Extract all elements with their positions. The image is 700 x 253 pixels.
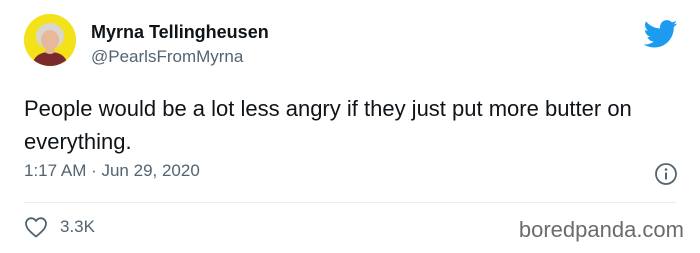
tweet-card: Myrna Tellingheusen @PearlsFromMyrna Peo… [0,0,700,253]
avatar-image [24,14,76,66]
user-handle[interactable]: @PearlsFromMyrna [91,47,243,67]
tweet-text: People would be a lot less angry if they… [24,96,632,154]
avatar[interactable] [24,14,76,66]
divider [24,202,676,203]
watermark: boredpanda.com [518,217,684,242]
heart-icon[interactable] [24,216,48,238]
display-name[interactable]: Myrna Tellingheusen [91,22,269,43]
tweet-timestamp[interactable]: 1:17 AM · Jun 29, 2020 [24,161,200,181]
like-count: 3.3K [60,217,95,236]
twitter-bird-icon[interactable] [644,20,678,48]
info-icon[interactable] [654,162,678,186]
